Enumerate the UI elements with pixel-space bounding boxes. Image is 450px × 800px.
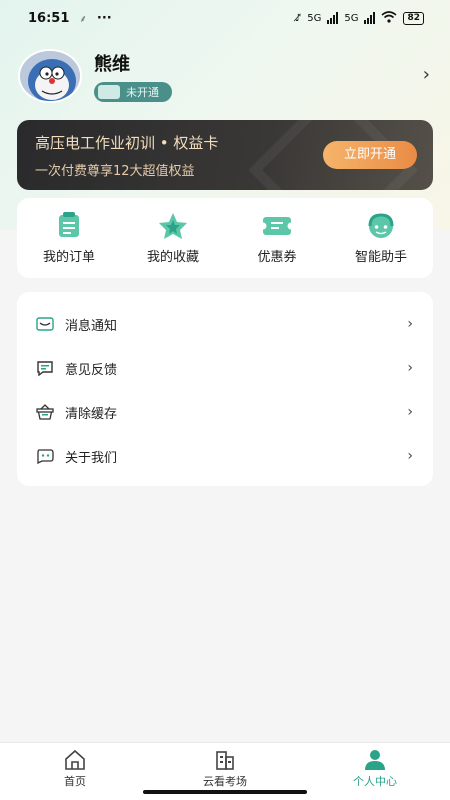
tab-label: 首页	[64, 775, 86, 788]
chevron-right-icon[interactable]: ›	[423, 64, 430, 85]
battery-icon: 82	[403, 11, 424, 25]
menu-item-about[interactable]: 关于我们 ›	[17, 434, 433, 478]
settings-menu-card: 消息通知 › 意见反馈 › 清除缓存 › 关于我们 ›	[17, 292, 433, 486]
quick-action-orders[interactable]: 我的订单	[17, 198, 121, 278]
mute-icon: ♪̸	[294, 12, 302, 24]
coupon-icon	[259, 212, 295, 240]
user-name: 熊维	[94, 54, 130, 75]
menu-item-feedback[interactable]: 意见反馈 ›	[17, 346, 433, 390]
signal-label-1: 5G	[307, 12, 322, 24]
about-icon	[35, 446, 55, 466]
status-time: 16:51	[28, 10, 70, 26]
menu-item-clear-cache[interactable]: 清除缓存 ›	[17, 390, 433, 434]
menu-item-label: 清除缓存	[65, 406, 118, 422]
wifi-icon	[381, 10, 397, 26]
order-icon	[51, 212, 87, 240]
person-icon	[365, 750, 385, 770]
message-icon	[35, 314, 55, 334]
menu-item-notifications[interactable]: 消息通知 ›	[17, 302, 433, 346]
activate-now-button[interactable]: 立即开通	[323, 141, 417, 169]
vip-card[interactable]: 高压电工作业初训 • 权益卡 一次付费尊享12大超值权益 立即开通	[17, 120, 433, 190]
leaf-icon: ⸙	[79, 14, 87, 25]
menu-item-label: 意见反馈	[65, 362, 118, 378]
profile-header[interactable]: 熊维 未开通 ›	[18, 48, 432, 104]
star-icon	[155, 212, 191, 240]
menu-item-label: 消息通知	[65, 318, 118, 334]
assistant-icon	[363, 212, 399, 240]
vip-card-title: 高压电工作业初训 • 权益卡	[35, 134, 219, 152]
tab-home[interactable]: 首页	[0, 743, 150, 800]
home-indicator	[143, 790, 307, 794]
menu-item-label: 关于我们	[65, 450, 118, 466]
quick-action-label: 我的收藏	[146, 250, 199, 265]
quick-action-label: 我的订单	[42, 250, 95, 265]
quick-action-coupons[interactable]: 优惠券	[225, 198, 329, 278]
tab-personal-center[interactable]: 个人中心	[300, 743, 450, 800]
quick-action-label: 优惠券	[257, 250, 297, 265]
chevron-right-icon: ›	[407, 448, 413, 464]
quick-action-favorites[interactable]: 我的收藏	[121, 198, 225, 278]
member-status-badge[interactable]: 未开通	[94, 82, 172, 102]
quick-action-assistant[interactable]: 智能助手	[329, 198, 433, 278]
more-dots-icon: ···	[96, 10, 112, 26]
signal-icon-2	[364, 12, 376, 24]
signal-label-2: 5G	[344, 12, 359, 24]
feedback-icon	[35, 358, 55, 378]
building-icon	[216, 751, 234, 770]
status-bar: 16:51 ⸙ ··· ♪̸ 5G 5G 82	[0, 0, 450, 36]
avatar[interactable]	[18, 49, 82, 103]
vip-card-subtitle: 一次付费尊享12大超值权益	[35, 164, 195, 179]
home-icon	[65, 749, 85, 770]
signal-icon-1	[327, 12, 339, 24]
crown-icon	[98, 85, 120, 99]
basket-icon	[35, 402, 55, 422]
chevron-right-icon: ›	[407, 360, 413, 376]
tab-label: 云看考场	[203, 775, 247, 788]
chevron-right-icon: ›	[407, 404, 413, 420]
tab-label: 个人中心	[353, 775, 397, 788]
member-status-label: 未开通	[126, 86, 159, 99]
chevron-right-icon: ›	[407, 316, 413, 332]
quick-action-label: 智能助手	[354, 250, 407, 265]
quick-actions-card: 我的订单 我的收藏 优惠券 智能助手	[17, 198, 433, 278]
